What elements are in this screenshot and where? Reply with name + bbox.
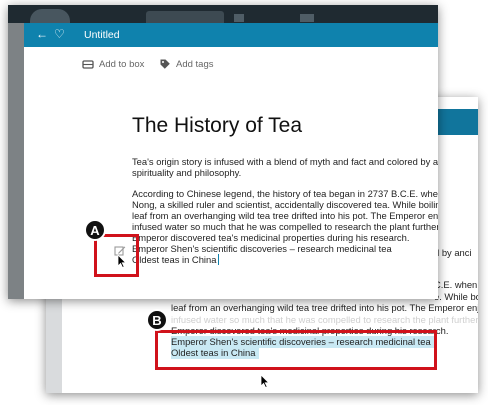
annotation-badge-b: B (146, 309, 168, 331)
front-editor-window: ← ♡ Untitled Add to box Add tags The His… (8, 5, 438, 299)
back-arrow-icon[interactable]: ← (36, 27, 50, 41)
annotation-box-b (155, 330, 437, 370)
add-tags-label: Add tags (176, 58, 214, 70)
tag-icon (160, 59, 170, 69)
top-tab-icon[interactable] (300, 14, 314, 22)
annotation-box-a (94, 234, 139, 277)
annotation-badge-a: A (84, 219, 106, 241)
back-text-fragment: d by anci (434, 247, 472, 258)
back-text-fragment: C.E. when t (434, 279, 478, 290)
document-title[interactable]: The History of Tea (132, 113, 302, 139)
add-to-box-label: Add to box (99, 58, 145, 70)
document-header: ← ♡ Untitled (24, 23, 438, 47)
current-line[interactable]: Oldest teas in China (132, 254, 220, 266)
back-header-bar (432, 109, 478, 135)
add-tags-button[interactable]: Add tags (159, 57, 214, 71)
paragraph-line[interactable]: spirituality and philosophy. (132, 167, 241, 179)
top-tab-icon[interactable] (234, 14, 244, 22)
front-sidebar (8, 23, 24, 299)
current-line-text: Oldest teas in China (132, 254, 217, 265)
top-tab[interactable] (146, 11, 224, 23)
box-icon (82, 60, 94, 69)
heart-icon[interactable]: ♡ (54, 27, 68, 41)
add-to-box-button[interactable]: Add to box (82, 57, 144, 71)
document-name[interactable]: Untitled (84, 28, 120, 42)
app-top-bar (8, 5, 438, 27)
back-paragraph-line: leaf from an overhanging wild tea tree d… (171, 302, 478, 313)
text-caret (218, 254, 220, 265)
mouse-cursor-icon (260, 374, 270, 388)
